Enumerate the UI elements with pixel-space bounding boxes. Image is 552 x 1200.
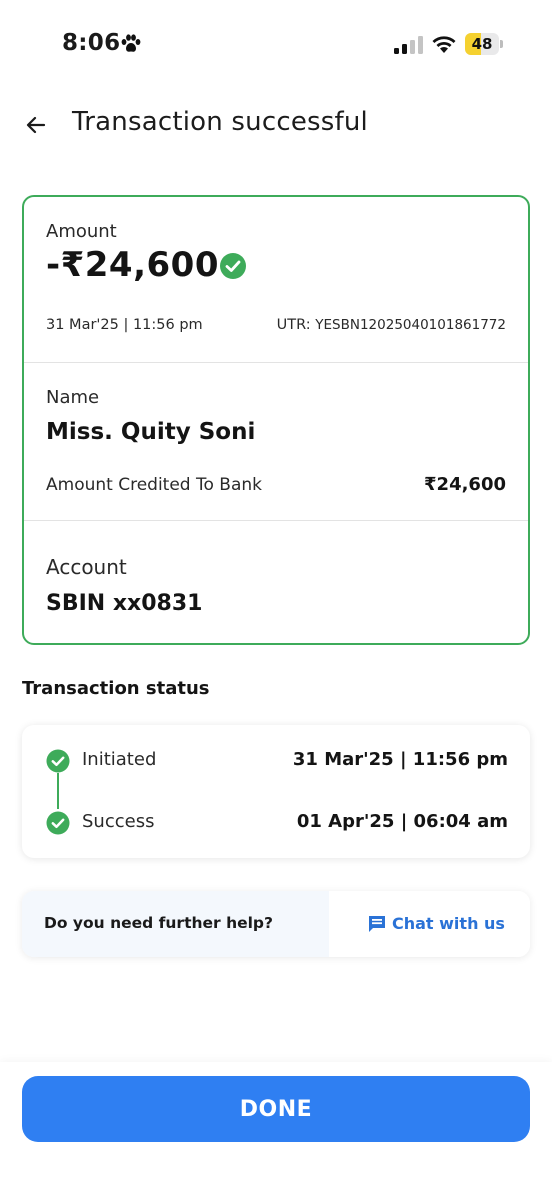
account-label: Account [46, 555, 127, 579]
amount-value: -₹24,600 [46, 245, 219, 285]
amount-label: Amount [46, 221, 117, 242]
page-title: Transaction successful [72, 107, 368, 137]
utr-value: YESBN12025040101861772 [315, 317, 506, 333]
account-section [24, 521, 528, 643]
check-circle-icon [46, 811, 70, 835]
chat-with-us-button[interactable]: Chat with us [329, 891, 530, 957]
transaction-date: 31 Mar'25 | 11:56 pm [46, 317, 203, 333]
name-label: Name [46, 387, 100, 408]
step-label-initiated: Initiated [82, 749, 157, 770]
battery-percent: 48 [471, 35, 493, 53]
transaction-detail-screen: 8:06 48 Transaction successful Amount -₹… [0, 0, 552, 1200]
utr-number: UTR: YESBN12025040101861772 [277, 317, 506, 333]
transaction-details-card: Amount -₹24,600 31 Mar'25 | 11:56 pm UTR… [22, 195, 530, 645]
wifi-icon [432, 36, 456, 53]
help-question-panel: Do you need further help? [22, 891, 329, 957]
check-circle-icon [46, 749, 70, 773]
arrow-left-icon [26, 116, 46, 134]
footer: DONE [0, 1062, 552, 1200]
status-time: 8:06 [62, 30, 121, 56]
chat-icon [369, 916, 385, 932]
battery-icon: 48 [465, 33, 503, 55]
credited-value: ₹24,600 [424, 474, 506, 495]
paw-icon [121, 34, 141, 52]
transaction-status-heading: Transaction status [22, 678, 210, 699]
amount-section: Amount -₹24,600 31 Mar'25 | 11:56 pm UTR… [24, 197, 528, 363]
help-question: Do you need further help? [44, 914, 274, 932]
step-time-initiated: 31 Mar'25 | 11:56 pm [292, 749, 508, 770]
page-header: Transaction successful [0, 95, 552, 155]
chat-with-us-label: Chat with us [392, 914, 505, 933]
account-value: SBIN xx0831 [46, 591, 203, 616]
signal-icon [394, 36, 423, 54]
help-card: Do you need further help? Chat with us [22, 891, 530, 957]
step-label-success: Success [82, 811, 155, 832]
back-button[interactable] [20, 109, 52, 141]
timeline-connector [57, 773, 59, 809]
step-time-success: 01 Apr'25 | 06:04 am [296, 811, 508, 832]
recipient-name: Miss. Quity Soni [46, 419, 256, 445]
transaction-status-card: Initiated 31 Mar'25 | 11:56 pm Success 0… [22, 725, 530, 858]
utr-label: UTR: [276, 317, 311, 333]
status-bar: 8:06 48 [0, 0, 552, 90]
check-circle-icon [220, 253, 246, 279]
done-button[interactable]: DONE [22, 1076, 530, 1142]
credited-label: Amount Credited To Bank [46, 475, 262, 495]
